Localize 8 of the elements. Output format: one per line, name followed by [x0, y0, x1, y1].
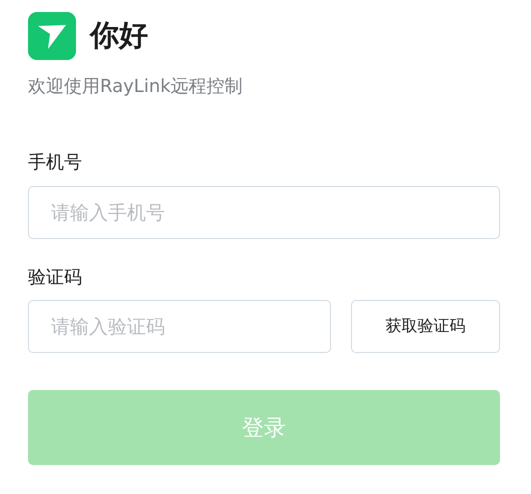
greeting-title: 你好 [90, 17, 148, 54]
app-logo-icon [28, 12, 76, 60]
phone-label: 手机号 [28, 151, 82, 174]
get-code-button[interactable]: 获取验证码 [351, 300, 500, 353]
phone-input-field[interactable]: 请输入手机号 [28, 186, 500, 239]
welcome-subtitle: 欢迎使用RayLink远程控制 [28, 75, 243, 98]
code-label: 验证码 [28, 266, 82, 289]
code-input-field[interactable]: 请输入验证码 [28, 300, 331, 353]
